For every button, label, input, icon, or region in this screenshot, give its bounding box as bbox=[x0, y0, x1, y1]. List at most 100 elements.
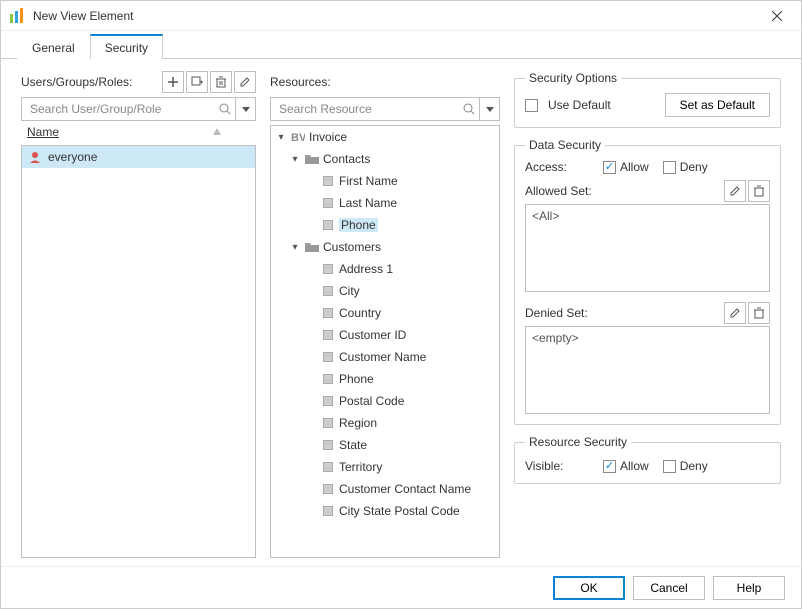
user-list-column-name[interactable]: Name bbox=[27, 125, 59, 139]
visible-deny-checkbox[interactable] bbox=[663, 460, 676, 473]
tree-node-label: Customer Name bbox=[339, 350, 426, 364]
access-allow-label: Allow bbox=[620, 160, 649, 174]
tree-row[interactable]: Country bbox=[271, 302, 499, 324]
list-item-label: everyone bbox=[48, 150, 97, 164]
field-icon bbox=[321, 350, 335, 364]
field-icon bbox=[321, 196, 335, 210]
user-search-input[interactable] bbox=[28, 101, 219, 117]
user-search-input-wrapper bbox=[21, 97, 236, 121]
field-icon bbox=[321, 218, 335, 232]
allowed-set-label: Allowed Set: bbox=[525, 184, 724, 198]
tree-row[interactable]: Address 1 bbox=[271, 258, 499, 280]
denied-set-delete-button[interactable] bbox=[748, 302, 770, 324]
allowed-set-edit-button[interactable] bbox=[724, 180, 746, 202]
tree-row[interactable]: Territory bbox=[271, 456, 499, 478]
resource-security-legend: Resource Security bbox=[525, 435, 631, 449]
user-list[interactable]: everyone bbox=[21, 145, 256, 558]
resource-security-group: Resource Security Visible: Allow Deny bbox=[514, 435, 781, 484]
titlebar: New View Element bbox=[1, 1, 801, 31]
search-icon[interactable] bbox=[219, 103, 231, 115]
edit-button[interactable] bbox=[234, 71, 256, 93]
access-deny-label: Deny bbox=[680, 160, 708, 174]
users-groups-roles-label: Users/Groups/Roles: bbox=[21, 75, 132, 89]
tree-node-label: Phone bbox=[339, 372, 374, 386]
tree-row[interactable]: Region bbox=[271, 412, 499, 434]
tree-node-label: First Name bbox=[339, 174, 398, 188]
tab-security[interactable]: Security bbox=[90, 34, 163, 59]
window-title: New View Element bbox=[33, 9, 761, 23]
denied-set-edit-button[interactable] bbox=[724, 302, 746, 324]
list-item[interactable]: everyone bbox=[22, 146, 255, 168]
tree-row[interactable]: State bbox=[271, 434, 499, 456]
help-button[interactable]: Help bbox=[713, 576, 785, 600]
visible-deny-label: Deny bbox=[680, 459, 708, 473]
add-button[interactable] bbox=[162, 71, 184, 93]
twisty-open-icon[interactable]: ▾ bbox=[289, 154, 301, 165]
add-with-options-button[interactable] bbox=[186, 71, 208, 93]
user-icon bbox=[28, 150, 42, 164]
dialog-footer: OK Cancel Help bbox=[1, 566, 801, 608]
access-deny-checkbox[interactable] bbox=[663, 161, 676, 174]
sort-ascending-icon[interactable] bbox=[212, 127, 222, 137]
tree-row[interactable]: City State Postal Code bbox=[271, 500, 499, 522]
folder-icon bbox=[305, 240, 319, 254]
tree-row[interactable]: Phone bbox=[271, 214, 499, 236]
tree-node-label: City State Postal Code bbox=[339, 504, 460, 518]
tree-node-label: Customer ID bbox=[339, 328, 406, 342]
tree-row[interactable]: ▾ BV Invoice bbox=[271, 126, 499, 148]
access-label: Access: bbox=[525, 160, 603, 174]
tree-row[interactable]: ▾Customers bbox=[271, 236, 499, 258]
allowed-set-delete-button[interactable] bbox=[748, 180, 770, 202]
tree-node-label: State bbox=[339, 438, 367, 452]
tree-row[interactable]: Phone bbox=[271, 368, 499, 390]
tree-row[interactable]: Last Name bbox=[271, 192, 499, 214]
resource-tree[interactable]: ▾BVInvoice▾ContactsFirst NameLast NamePh… bbox=[270, 125, 500, 558]
denied-set-box[interactable]: <empty> bbox=[525, 326, 770, 414]
delete-button[interactable] bbox=[210, 71, 232, 93]
use-default-checkbox[interactable] bbox=[525, 99, 538, 112]
set-as-default-button[interactable]: Set as Default bbox=[665, 93, 770, 117]
tree-node-label: Address 1 bbox=[339, 262, 393, 276]
tree-row[interactable]: Customer Contact Name bbox=[271, 478, 499, 500]
bv-icon: BV bbox=[291, 130, 305, 144]
tree-row[interactable]: ▾ Contacts bbox=[271, 148, 499, 170]
tree-row[interactable]: Customer ID bbox=[271, 324, 499, 346]
field-icon bbox=[321, 438, 335, 452]
resource-search-dropdown[interactable] bbox=[480, 97, 500, 121]
field-icon bbox=[321, 328, 335, 342]
field-icon bbox=[321, 262, 335, 276]
security-options-legend: Security Options bbox=[525, 71, 621, 85]
allowed-set-box[interactable]: <All> bbox=[525, 204, 770, 292]
tree-row[interactable]: City bbox=[271, 280, 499, 302]
resource-search-input[interactable] bbox=[277, 101, 463, 117]
tree-node-label: Territory bbox=[339, 460, 382, 474]
tree-node-label: Contacts bbox=[323, 152, 370, 166]
use-default-label: Use Default bbox=[548, 98, 611, 112]
cancel-button[interactable]: Cancel bbox=[633, 576, 705, 600]
field-icon bbox=[321, 174, 335, 188]
field-icon bbox=[321, 372, 335, 386]
data-security-legend: Data Security bbox=[525, 138, 605, 152]
ok-button[interactable]: OK bbox=[553, 576, 625, 600]
access-allow-checkbox[interactable] bbox=[603, 161, 616, 174]
field-icon bbox=[321, 416, 335, 430]
field-icon bbox=[321, 394, 335, 408]
field-icon bbox=[321, 504, 335, 518]
tree-row[interactable]: First Name bbox=[271, 170, 499, 192]
user-search-dropdown[interactable] bbox=[236, 97, 256, 121]
tab-general[interactable]: General bbox=[17, 35, 90, 59]
search-icon[interactable] bbox=[463, 103, 475, 115]
tree-row[interactable]: Customer Name bbox=[271, 346, 499, 368]
data-security-group: Data Security Access: Allow Deny Allowed… bbox=[514, 138, 781, 425]
field-icon bbox=[321, 460, 335, 474]
folder-icon bbox=[305, 152, 319, 166]
close-button[interactable] bbox=[761, 4, 793, 28]
tree-row[interactable]: Postal Code bbox=[271, 390, 499, 412]
twisty-open-icon[interactable]: ▾ bbox=[289, 242, 301, 253]
field-icon bbox=[321, 482, 335, 496]
visible-label: Visible: bbox=[525, 459, 603, 473]
visible-allow-checkbox[interactable] bbox=[603, 460, 616, 473]
tree-node-label: Customer Contact Name bbox=[339, 482, 471, 496]
twisty-open-icon[interactable]: ▾ bbox=[275, 132, 287, 143]
tree-node-label: Invoice bbox=[309, 130, 347, 144]
